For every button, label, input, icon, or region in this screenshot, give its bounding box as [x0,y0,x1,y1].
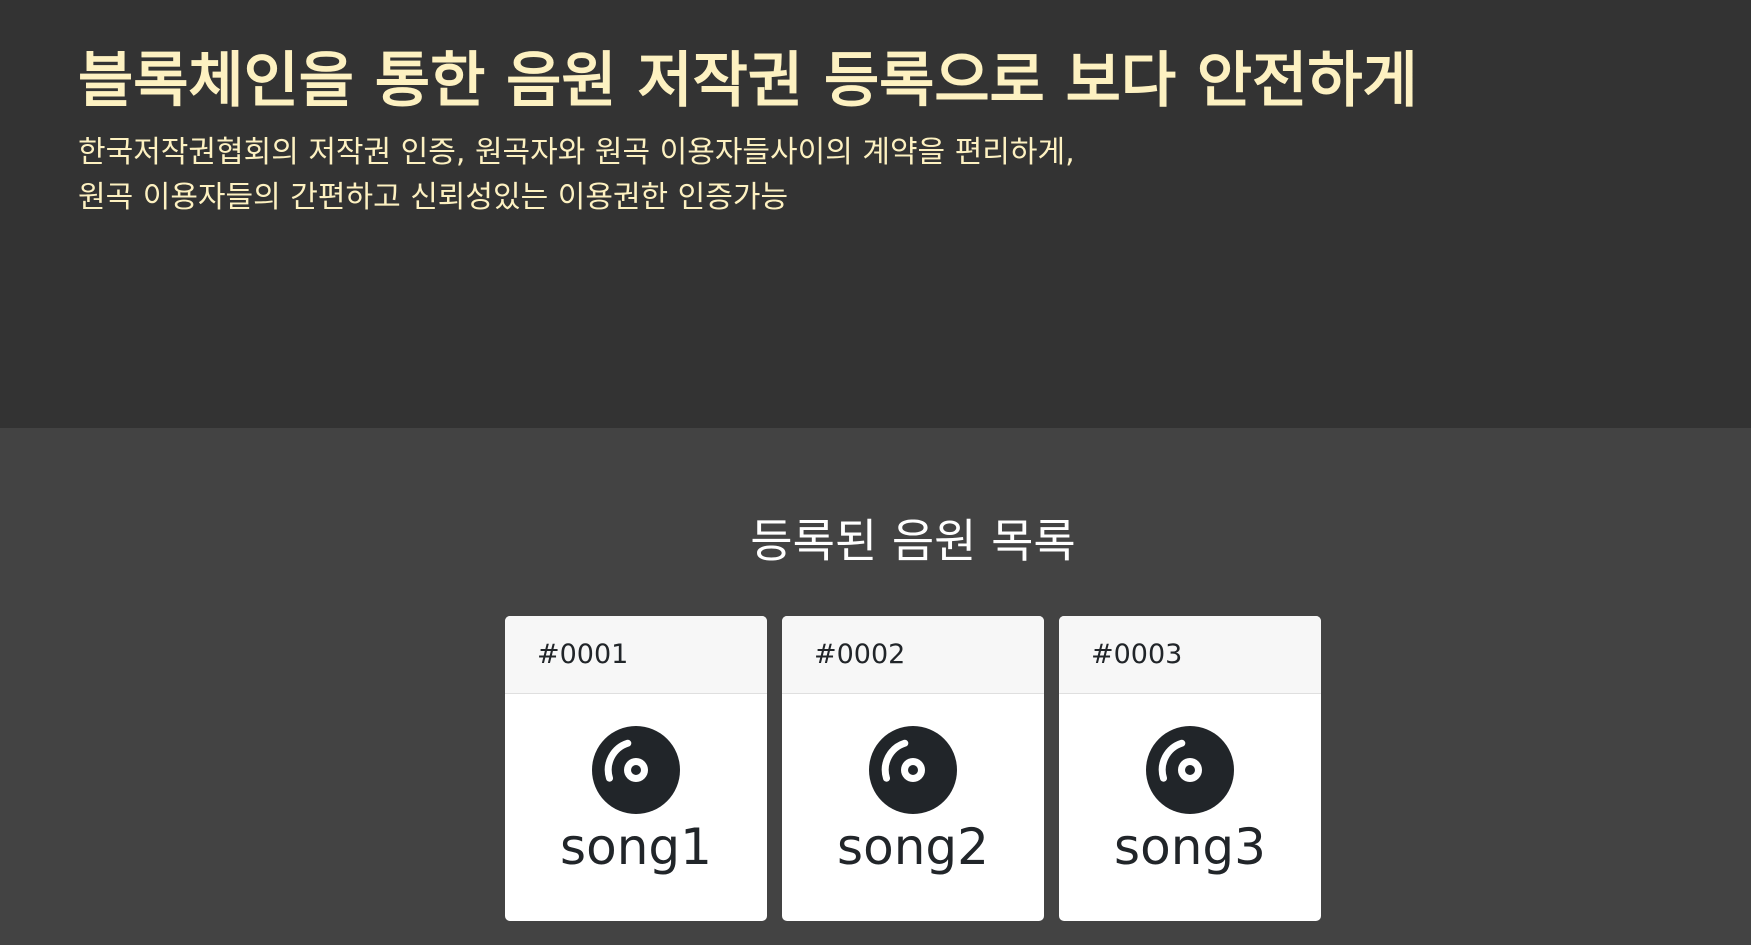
disc-icon [869,726,957,814]
song-card-body: song3 [1059,694,1321,921]
disc-icon [592,726,680,814]
hero-title: 블록체인을 통한 음원 저작권 등록으로 보다 안전하게 [78,46,1418,116]
song-id: #0003 [1059,616,1321,694]
hero-subtitle: 한국저작권협회의 저작권 인증, 원곡자와 원곡 이용자들사이의 계약을 편리하… [78,130,1075,220]
song-card[interactable]: #0003 song3 [1059,616,1321,921]
song-card-body: song2 [782,694,1044,921]
song-card-list: #0001 song1 #0002 song2 #0003 song3 [505,616,1321,921]
song-title: song1 [560,818,712,876]
hero-subtitle-line-1: 한국저작권협회의 저작권 인증, 원곡자와 원곡 이용자들사이의 계약을 편리하… [78,135,1075,170]
song-card[interactable]: #0002 song2 [782,616,1044,921]
song-id: #0002 [782,616,1044,694]
song-id: #0001 [505,616,767,694]
hero-banner: 블록체인을 통한 음원 저작권 등록으로 보다 안전하게 한국저작권협회의 저작… [0,0,1751,428]
section-title: 등록된 음원 목록 [750,514,1076,568]
song-title: song2 [837,818,989,876]
song-card-body: song1 [505,694,767,921]
song-title: song3 [1114,818,1266,876]
disc-icon [1146,726,1234,814]
song-card[interactable]: #0001 song1 [505,616,767,921]
registered-songs-section: 등록된 음원 목록 #0001 song1 #0002 song2 #0003 … [0,428,1751,945]
hero-subtitle-line-2: 원곡 이용자들의 간편하고 신뢰성있는 이용권한 인증가능 [78,180,789,215]
